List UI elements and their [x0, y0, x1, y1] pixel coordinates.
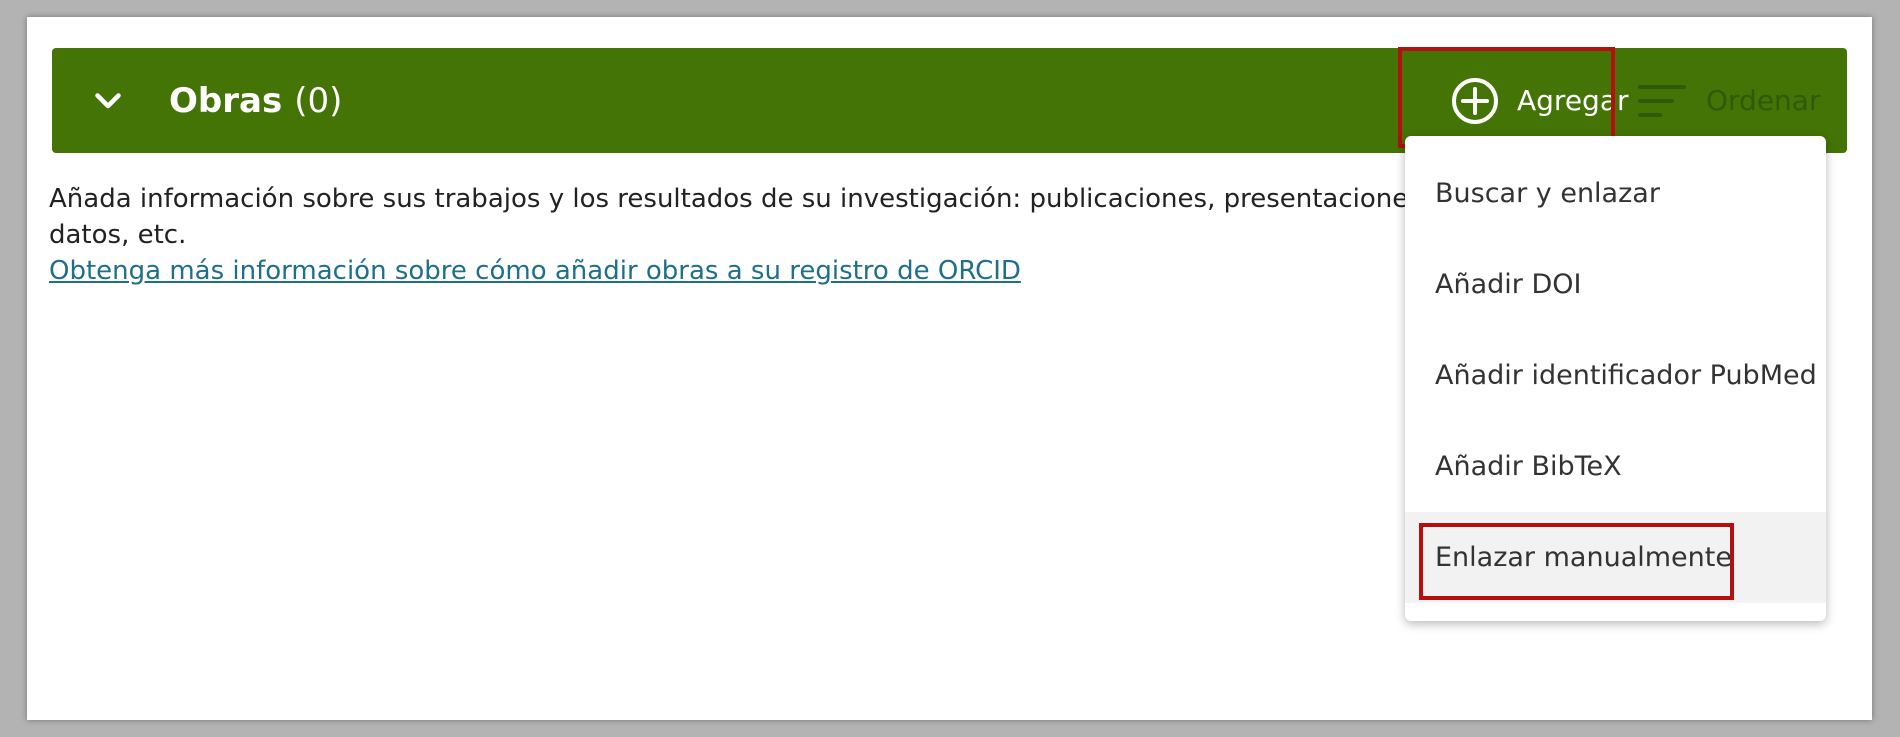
sort-lines-icon: [1638, 84, 1686, 117]
menu-item-label: Añadir BibTeX: [1435, 451, 1622, 482]
chevron-down-icon[interactable]: [90, 82, 126, 118]
menu-item-label: Añadir DOI: [1435, 269, 1582, 300]
menu-item-label: Enlazar manualmente: [1435, 542, 1732, 573]
menu-item-add-bibtex[interactable]: Añadir BibTeX: [1405, 421, 1826, 512]
menu-item-add-manually[interactable]: Enlazar manualmente: [1405, 512, 1826, 603]
section-title: Obras (0): [169, 48, 342, 153]
menu-item-add-doi[interactable]: Añadir DOI: [1405, 239, 1826, 330]
page-frame: Obras (0) Agregar Ordenar Añada informac…: [27, 17, 1872, 720]
plus-circle-icon: [1452, 77, 1498, 124]
add-button-label: Agregar: [1517, 84, 1629, 117]
menu-item-add-pubmed[interactable]: Añadir identificador PubMed: [1405, 330, 1826, 421]
works-description: Añada información sobre sus trabajos y l…: [49, 181, 1429, 289]
add-works-dropdown-menu: Buscar y enlazar Añadir DOI Añadir ident…: [1405, 136, 1826, 621]
section-title-text: Obras: [169, 80, 283, 121]
description-line-1: Añada información sobre sus trabajos y l…: [49, 184, 1422, 214]
learn-more-link[interactable]: Obtenga más información sobre cómo añadi…: [49, 253, 1429, 289]
menu-item-label: Añadir identificador PubMed: [1435, 360, 1817, 391]
menu-item-search-and-link[interactable]: Buscar y enlazar: [1405, 148, 1826, 239]
sort-button-label: Ordenar: [1706, 84, 1821, 117]
description-line-2: datos, etc.: [49, 220, 187, 250]
menu-item-label: Buscar y enlazar: [1435, 178, 1660, 209]
works-count: (0): [294, 80, 343, 121]
